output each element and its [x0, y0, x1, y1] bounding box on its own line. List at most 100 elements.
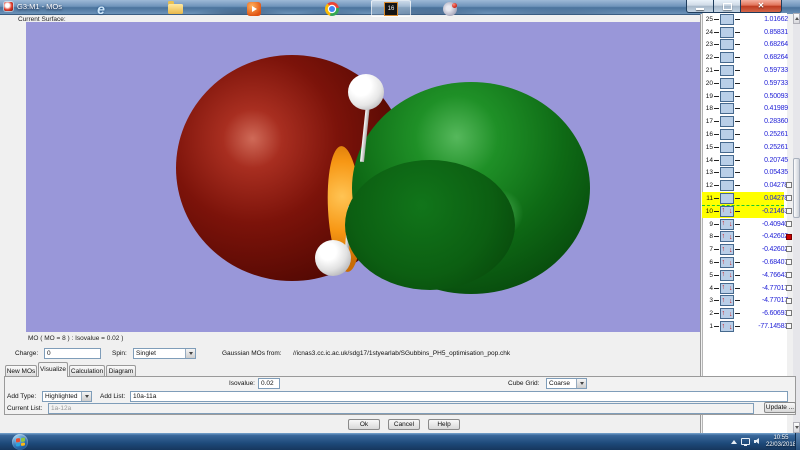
close-button[interactable]: ✕: [741, 0, 782, 13]
spin-dropdown[interactable]: Singlet: [133, 348, 196, 359]
mo-row-19[interactable]: 190.50093: [702, 90, 794, 103]
taskbar-chrome[interactable]: [317, 0, 347, 17]
mo-level-box[interactable]: ↑↓: [720, 270, 734, 281]
mo-level-box[interactable]: ↑↓: [720, 219, 734, 230]
mo-cube-checkbox[interactable]: [786, 182, 792, 188]
mo-level-box[interactable]: [720, 167, 734, 178]
mo-level-box[interactable]: ↑↓: [720, 206, 734, 217]
mo-level-box[interactable]: [720, 39, 734, 50]
hidden-icons-chevron[interactable]: [731, 440, 737, 444]
taskbar-gaussview-active[interactable]: 16: [371, 0, 411, 17]
mo-row-6[interactable]: 6↑↓-0.68407: [702, 256, 794, 269]
taskbar-media-player[interactable]: [239, 0, 269, 17]
taskbar-internet-explorer[interactable]: e: [86, 0, 116, 17]
mo-row-14[interactable]: 140.20745: [702, 154, 794, 167]
mo-list-scrollbar[interactable]: [793, 13, 800, 433]
mo-level-box[interactable]: [720, 14, 734, 25]
mo-row-4[interactable]: 4↑↓-4.77017: [702, 282, 794, 295]
spin-dropdown-arrow[interactable]: [185, 349, 195, 358]
mo-level-box[interactable]: [720, 52, 734, 63]
minimize-button[interactable]: [686, 0, 714, 13]
mo-level-box[interactable]: ↑↓: [720, 308, 734, 319]
mo-row-1[interactable]: 1↑↓-77.14583: [702, 320, 794, 333]
clock[interactable]: 10:55 22/03/2018: [766, 435, 796, 449]
mo-row-3[interactable]: 3↑↓-4.77017: [702, 295, 794, 308]
mo-cube-checkbox[interactable]: [786, 221, 792, 227]
mo-row-20[interactable]: 200.59733: [702, 77, 794, 90]
mo-row-17[interactable]: 170.28360: [702, 115, 794, 128]
add-list-field[interactable]: 10a-11a: [130, 391, 788, 402]
scroll-up-button[interactable]: [793, 13, 800, 24]
mo-row-25[interactable]: 251.01662: [702, 13, 794, 26]
mo-row-22[interactable]: 220.68264: [702, 51, 794, 64]
mo-level-box[interactable]: [720, 180, 734, 191]
charge-field[interactable]: 0: [44, 348, 101, 359]
mo-row-16[interactable]: 160.25261: [702, 128, 794, 141]
tab-new-mos[interactable]: New MOs: [5, 365, 37, 376]
mo-cube-checkbox[interactable]: [786, 323, 792, 329]
ok-button[interactable]: Ok: [348, 419, 380, 430]
mo-cube-checkbox[interactable]: [786, 208, 792, 214]
mo-cube-checkbox[interactable]: [786, 310, 792, 316]
mo-level-box[interactable]: [720, 103, 734, 114]
mo-cube-checkbox[interactable]: [786, 285, 792, 291]
mo-level-box[interactable]: [720, 193, 734, 204]
mo-row-10[interactable]: 10↑↓-0.21463: [702, 205, 794, 218]
mo-row-18[interactable]: 180.41989: [702, 103, 794, 116]
mo-level-box[interactable]: [720, 116, 734, 127]
mo-row-2[interactable]: 2↑↓-6.60693: [702, 307, 794, 320]
restore-button[interactable]: [714, 0, 741, 13]
scroll-down-button[interactable]: [793, 422, 800, 433]
mo-row-15[interactable]: 150.25261: [702, 141, 794, 154]
mo-level-box[interactable]: ↑↓: [720, 244, 734, 255]
mo-level-box[interactable]: [720, 27, 734, 38]
tab-diagram[interactable]: Diagram: [106, 365, 136, 376]
update-button[interactable]: Update ...: [764, 402, 796, 413]
cancel-button[interactable]: Cancel: [388, 419, 420, 430]
mo-row-24[interactable]: 240.85831: [702, 26, 794, 39]
volume-icon[interactable]: [754, 438, 762, 446]
mo-cube-checkbox[interactable]: [786, 259, 792, 265]
mo-level-box[interactable]: ↑↓: [720, 295, 734, 306]
mo-row-11[interactable]: 110.04278: [702, 192, 794, 205]
taskbar-explorer[interactable]: [160, 0, 190, 17]
mo-level-box[interactable]: ↑↓: [720, 283, 734, 294]
mo-row-12[interactable]: 120.04278: [702, 179, 794, 192]
tab-visualize[interactable]: Visualize: [38, 362, 68, 377]
scrollbar-thumb[interactable]: [793, 158, 800, 218]
mo-level-box[interactable]: ↑↓: [720, 257, 734, 268]
mo-level-box[interactable]: [720, 129, 734, 140]
mo-cube-checkbox[interactable]: [786, 298, 792, 304]
help-button[interactable]: Help: [428, 419, 460, 430]
mo-cube-checkbox[interactable]: [786, 272, 792, 278]
mo-3d-viewport[interactable]: [26, 22, 700, 332]
show-desktop-button[interactable]: [795, 433, 800, 450]
cube-grid-dropdown-arrow[interactable]: [576, 379, 586, 388]
mo-level-box[interactable]: [720, 142, 734, 153]
add-type-dropdown[interactable]: Highlighted: [42, 391, 92, 402]
mo-level-box[interactable]: [720, 65, 734, 76]
mo-level-box[interactable]: [720, 155, 734, 166]
mo-row-8[interactable]: 8↑↓-0.42602: [702, 231, 794, 244]
mo-cube-checkbox[interactable]: [786, 234, 792, 240]
cube-grid-dropdown[interactable]: Coarse: [546, 378, 587, 389]
mo-level-box[interactable]: ↑↓: [720, 231, 734, 242]
mo-row-7[interactable]: 7↑↓-0.42602: [702, 243, 794, 256]
mo-level-box[interactable]: [720, 78, 734, 89]
mo-row-13[interactable]: 130.05435: [702, 167, 794, 180]
mo-row-5[interactable]: 5↑↓-4.76643: [702, 269, 794, 282]
start-button[interactable]: [12, 434, 28, 450]
mo-cube-checkbox[interactable]: [786, 246, 792, 252]
mo-row-21[interactable]: 210.59733: [702, 64, 794, 77]
tab-calculation[interactable]: Calculation: [69, 365, 105, 376]
mo-level-box[interactable]: ↑↓: [720, 321, 734, 332]
mo-row-9[interactable]: 9↑↓-0.40940: [702, 218, 794, 231]
mo-row-23[interactable]: 230.68264: [702, 39, 794, 52]
network-icon[interactable]: [741, 438, 750, 445]
mo-cube-checkbox[interactable]: [786, 195, 792, 201]
spin-up-arrow-icon: ↑: [722, 259, 726, 266]
add-type-dropdown-arrow[interactable]: [81, 392, 91, 401]
isovalue-field[interactable]: 0.02: [258, 378, 280, 389]
mo-level-box[interactable]: [720, 91, 734, 102]
taskbar-molecule-viewer[interactable]: [433, 0, 467, 17]
